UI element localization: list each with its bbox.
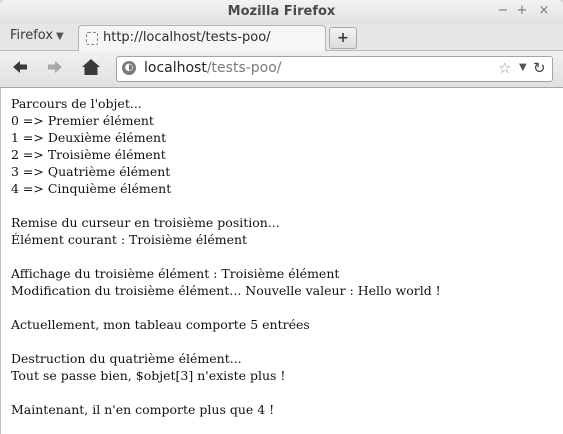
output-line: Élément courant : Troisième élément	[11, 232, 248, 247]
history-dropdown-icon[interactable]: ▼	[519, 62, 527, 73]
navigation-toolbar: ◐ localhost/tests-poo/ ☆ ▼ ↻	[0, 51, 563, 88]
url-text[interactable]: localhost/tests-poo/	[144, 60, 282, 76]
output-line: Maintenant, il n'en comporte plus que 4 …	[11, 402, 275, 417]
output-line: 2 => Troisième élément	[11, 147, 166, 162]
output-line: Modification du troisième élément... Nou…	[11, 283, 441, 298]
firefox-menu-label: Firefox	[10, 28, 54, 43]
globe-icon: ◐	[122, 61, 136, 75]
maximize-icon[interactable]: +	[515, 4, 529, 18]
page-content: Parcours de l'objet... 0 => Premier élém…	[0, 88, 563, 434]
tab-strip: Firefox ▼ http://localhost/tests-poo/ +	[0, 24, 563, 51]
bookmark-star-icon[interactable]: ☆	[498, 59, 511, 77]
tab-active[interactable]: http://localhost/tests-poo/	[78, 25, 326, 51]
tab-title: http://localhost/tests-poo/	[103, 30, 271, 45]
reload-icon[interactable]: ↻	[533, 59, 546, 77]
output-line: Remise du curseur en troisième position.…	[11, 215, 280, 230]
output-line: Destruction du quatrième élément...	[11, 351, 242, 366]
output-line: Tout se passe bien, $objet[3] n'existe p…	[11, 368, 286, 383]
window-title: Mozilla Firefox	[227, 4, 336, 19]
home-icon	[82, 59, 100, 75]
new-tab-button[interactable]: +	[329, 27, 357, 49]
forward-button[interactable]	[44, 58, 66, 80]
output-line: 0 => Premier élément	[11, 113, 154, 128]
title-bar: Mozilla Firefox − + ×	[0, 0, 563, 24]
firefox-menu-button[interactable]: Firefox ▼	[10, 28, 64, 43]
output-line: 1 => Deuxième élément	[11, 130, 167, 145]
plus-icon: +	[337, 30, 349, 46]
output-line: Actuellement, mon tableau comporte 5 ent…	[11, 317, 310, 332]
back-arrow-icon	[13, 61, 27, 73]
page-favicon-icon	[86, 32, 98, 45]
url-host: localhost	[144, 60, 207, 76]
output-line: 3 => Quatrième élément	[11, 164, 171, 179]
output-text: Parcours de l'objet... 0 => Premier élém…	[11, 95, 441, 418]
url-path: /tests-poo/	[206, 60, 282, 76]
back-button[interactable]	[9, 58, 31, 80]
output-line: Parcours de l'objet...	[11, 96, 142, 111]
dropdown-arrow-icon: ▼	[56, 31, 64, 42]
close-icon[interactable]: ×	[537, 4, 551, 18]
forward-arrow-icon	[48, 61, 62, 73]
output-line: Affichage du troisième élément : Troisiè…	[11, 266, 340, 281]
output-line: 4 => Cinquième élément	[11, 181, 172, 196]
browser-window: Mozilla Firefox − + × Firefox ▼ http://lo…	[0, 0, 563, 434]
minimize-icon[interactable]: −	[496, 4, 510, 18]
address-bar[interactable]: ◐ localhost/tests-poo/ ☆ ▼ ↻	[116, 56, 553, 82]
home-button[interactable]	[80, 58, 102, 80]
